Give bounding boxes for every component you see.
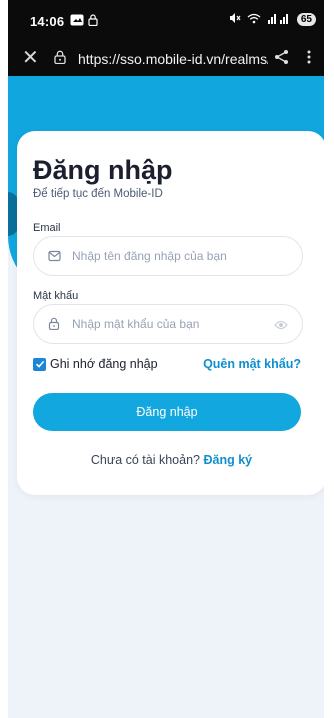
remember-checkbox[interactable] — [33, 357, 46, 371]
mail-icon — [48, 249, 61, 267]
status-right: 65 — [229, 12, 316, 27]
browser-url-bar: ✕ https://sso.mobile-id.vn/realms/r — [8, 40, 324, 76]
battery-indicator: 65 — [296, 13, 316, 26]
email-placeholder: Nhập tên đăng nhập của bạn — [72, 249, 227, 263]
signal-icon — [267, 13, 291, 27]
page-title: Đăng nhập — [33, 155, 173, 185]
more-icon[interactable] — [306, 49, 312, 70]
status-time: 14:06 — [30, 14, 65, 29]
share-icon[interactable] — [274, 49, 290, 70]
close-icon[interactable]: ✕ — [22, 48, 39, 68]
eye-icon[interactable] — [274, 317, 288, 335]
login-button[interactable]: Đăng nhập — [33, 393, 301, 431]
no-account-text: Chưa có tài khoản? — [90, 453, 200, 467]
password-label: Mật khẩu — [33, 290, 79, 302]
checkmark-icon — [35, 360, 44, 368]
status-left-icons — [70, 13, 98, 31]
email-field[interactable]: Nhập tên đăng nhập của bạn — [33, 236, 303, 276]
login-card: Đăng nhập Để tiếp tục đến Mobile-ID Emai… — [17, 131, 326, 495]
email-label: Email — [33, 222, 61, 234]
screen-edge — [324, 0, 334, 718]
forgot-password-link[interactable]: Quên mật khẩu? — [203, 357, 301, 371]
page-subtitle: Để tiếp tục đến Mobile-ID — [33, 188, 163, 200]
remember-me[interactable]: Ghi nhớ đăng nhập — [33, 357, 158, 371]
status-bar: 14:06 65 — [8, 0, 324, 40]
password-field[interactable]: Nhập mật khẩu của bạn — [33, 304, 303, 344]
signup-row: Chưa có tài khoản? Đăng ký — [17, 453, 326, 467]
password-placeholder: Nhập mật khẩu của bạn — [72, 317, 200, 331]
remember-label: Ghi nhớ đăng nhập — [50, 357, 158, 371]
mute-icon — [229, 12, 241, 27]
lock-status-icon — [88, 13, 98, 31]
image-icon — [70, 13, 84, 31]
wifi-icon — [247, 13, 261, 27]
signup-link[interactable]: Đăng ký — [203, 453, 252, 467]
lock-icon[interactable] — [54, 50, 66, 69]
password-lock-icon — [48, 317, 60, 335]
url-text[interactable]: https://sso.mobile-id.vn/realms/r — [78, 51, 268, 67]
